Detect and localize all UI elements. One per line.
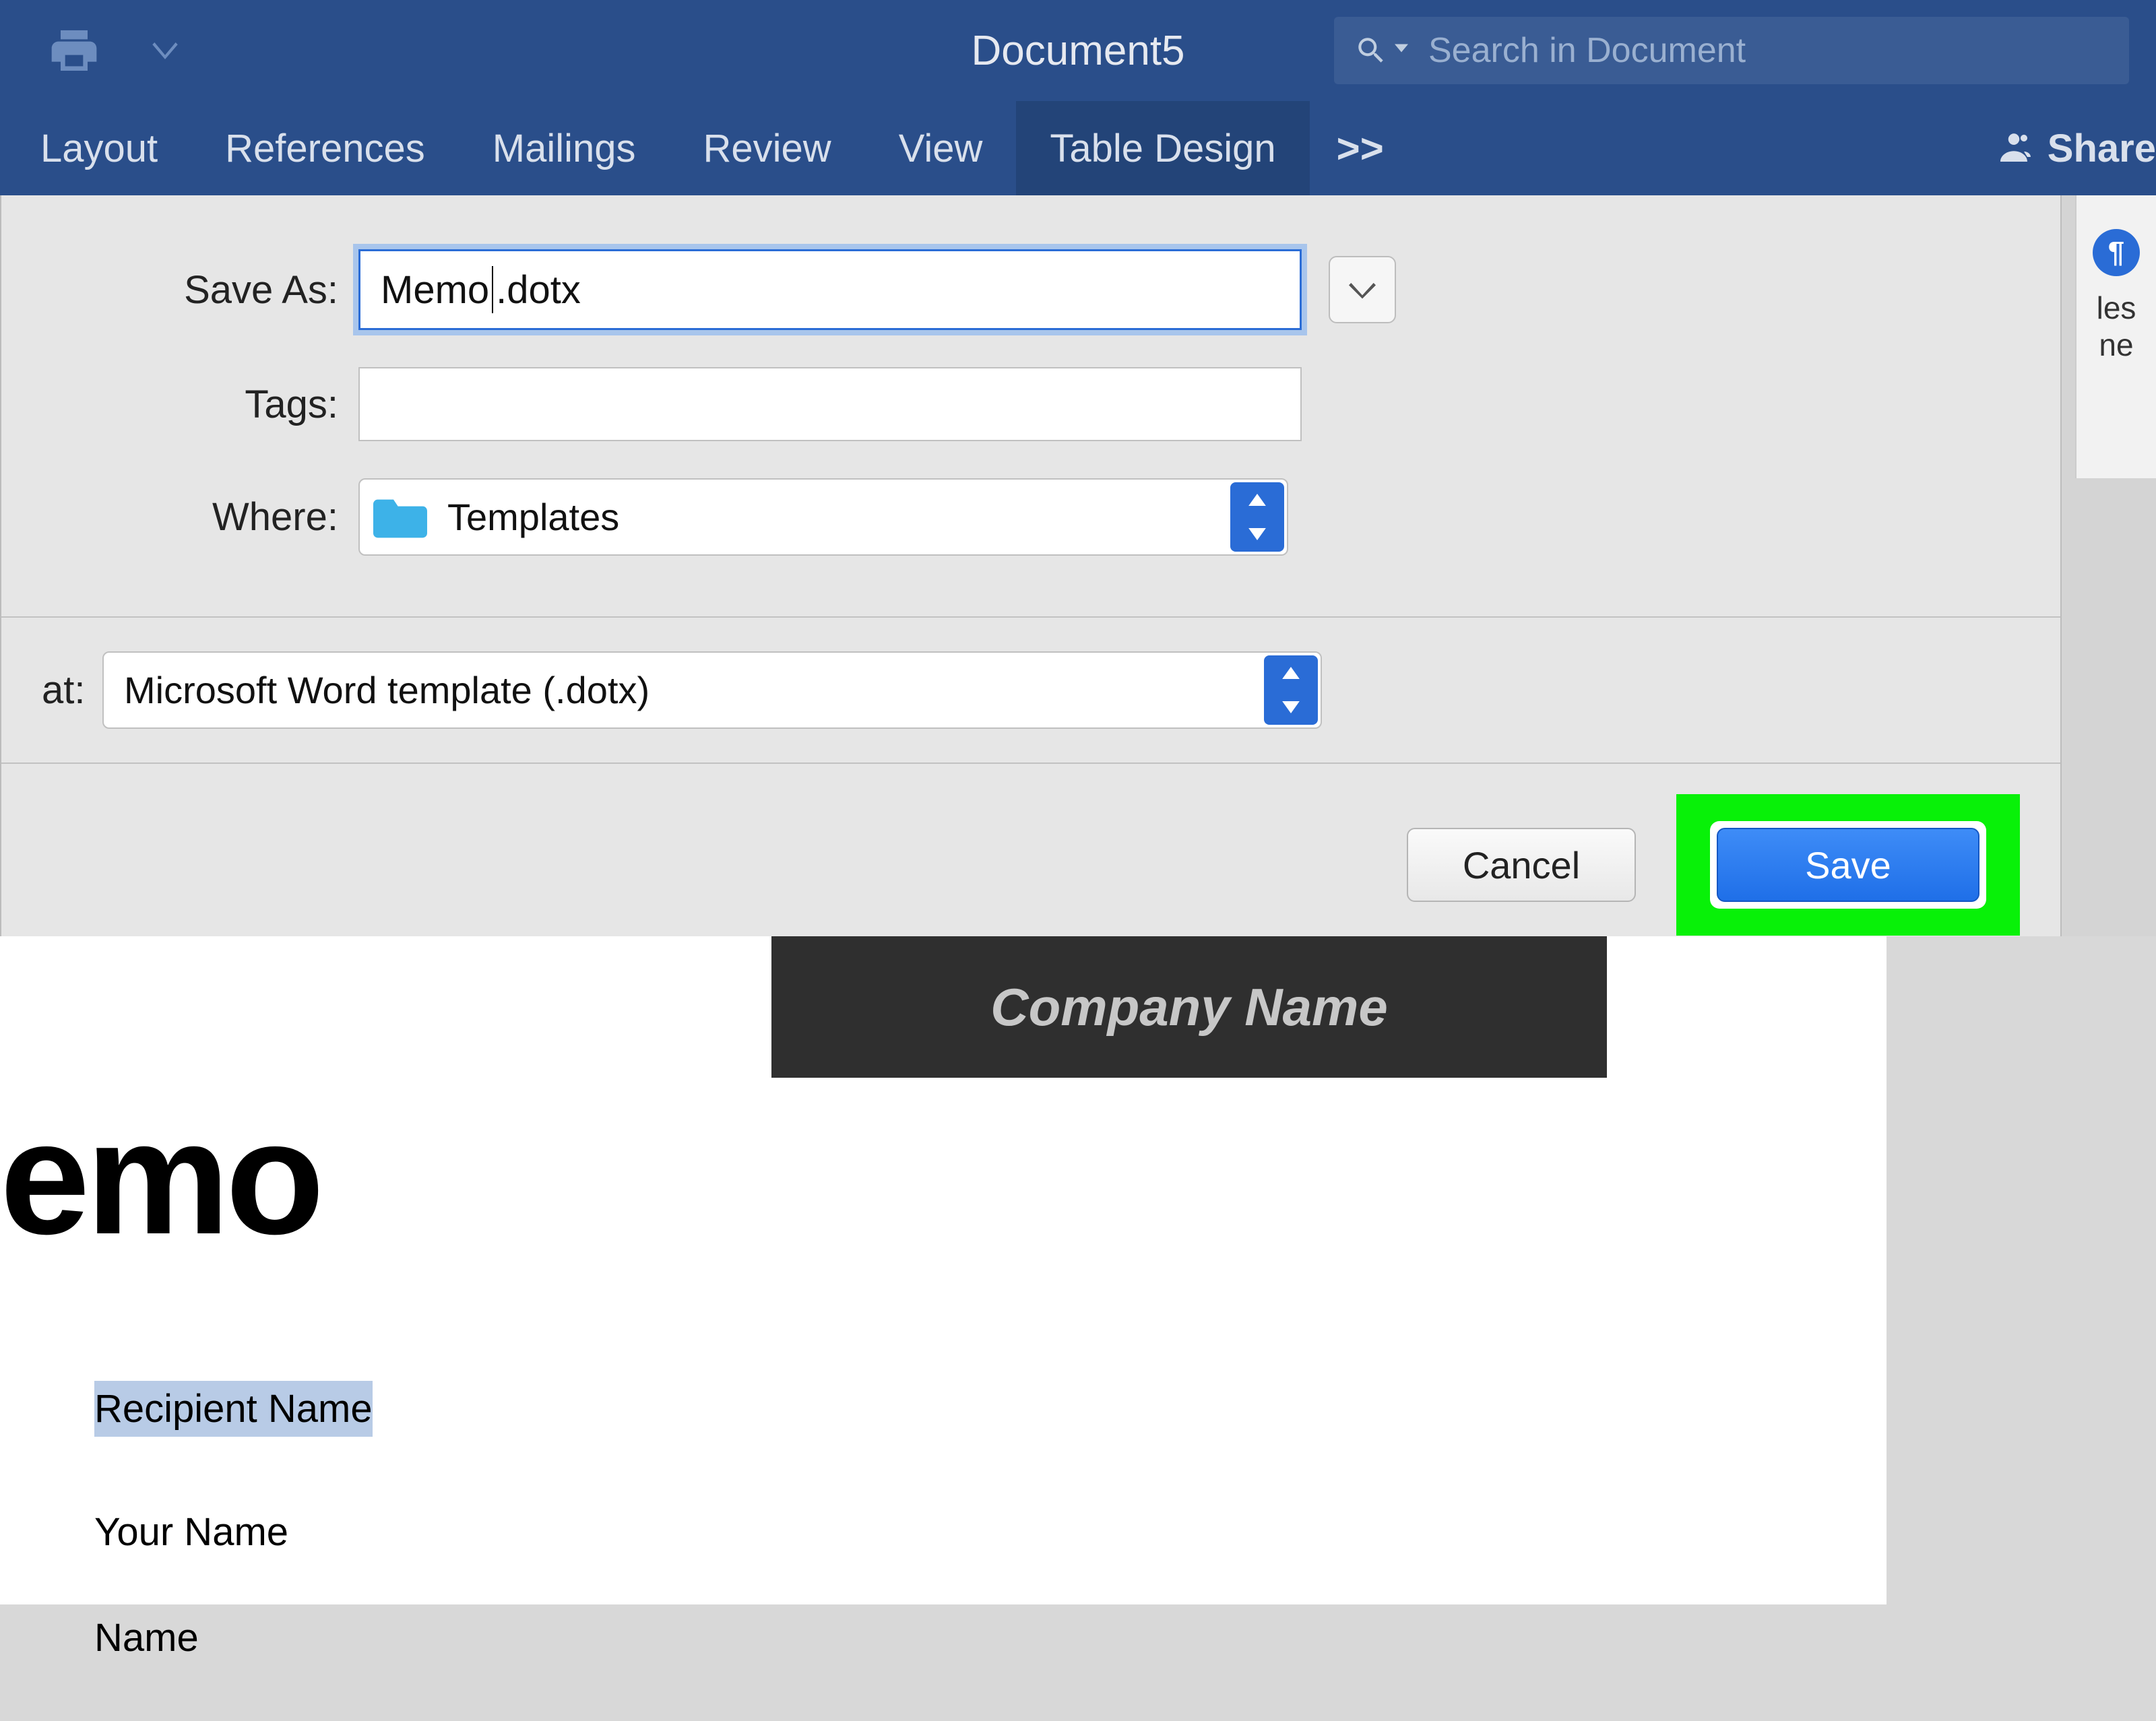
- file-format-select[interactable]: Microsoft Word template (.dotx): [102, 651, 1322, 729]
- chevron-down-icon: [1395, 44, 1408, 57]
- where-label: Where:: [42, 494, 358, 540]
- cancel-button[interactable]: Cancel: [1407, 828, 1636, 902]
- tags-input[interactable]: [358, 367, 1302, 441]
- tab-table-design[interactable]: Table Design: [1016, 101, 1309, 195]
- where-value: Templates: [447, 495, 619, 539]
- tags-label: Tags:: [42, 382, 358, 427]
- save-as-input[interactable]: Memo.dotx: [358, 249, 1302, 330]
- save-dialog: Save As: Memo.dotx Tags: Where: Temp: [0, 195, 2062, 974]
- file-format-value: Microsoft Word template (.dotx): [124, 668, 649, 712]
- share-icon: [1994, 126, 2034, 171]
- folder-icon: [373, 495, 427, 539]
- more-tabs-button[interactable]: >>: [1310, 125, 1411, 172]
- file-format-label: at:: [42, 668, 102, 713]
- divider: [1, 616, 2060, 618]
- titlebar: Document5 Search in Document: [0, 0, 2156, 101]
- save-as-label: Save As:: [42, 267, 358, 313]
- print-icon[interactable]: [47, 24, 101, 77]
- save-as-value-pre: Memo: [381, 267, 489, 313]
- styles-pane-label-1: les: [2076, 290, 2156, 327]
- field-recipient-name[interactable]: Recipient Name: [94, 1381, 373, 1437]
- save-as-value-post: .dotx: [496, 267, 581, 313]
- company-name-banner[interactable]: Company Name: [771, 936, 1607, 1078]
- tab-layout[interactable]: Layout: [7, 101, 191, 195]
- document-title: Document5: [971, 27, 1184, 75]
- memo-title[interactable]: emo: [0, 1084, 320, 1270]
- where-select[interactable]: Templates: [358, 478, 1288, 556]
- search-placeholder: Search in Document: [1428, 30, 1746, 71]
- tab-review[interactable]: Review: [670, 101, 865, 195]
- share-label: Share: [2048, 126, 2156, 171]
- main-area: ¶ les ne Save As: Memo.dotx Tags: Where:: [0, 195, 2156, 1604]
- share-button[interactable]: Share: [1994, 126, 2156, 171]
- save-button[interactable]: Save: [1717, 828, 1979, 902]
- expand-dialog-button[interactable]: [1329, 256, 1396, 323]
- tab-references[interactable]: References: [191, 101, 459, 195]
- field-name[interactable]: Name: [94, 1615, 373, 1660]
- styles-pane[interactable]: ¶ les ne: [2075, 195, 2156, 478]
- tab-view[interactable]: View: [865, 101, 1017, 195]
- quick-access-dropdown-icon[interactable]: [148, 34, 182, 67]
- text-cursor: [492, 266, 493, 313]
- memo-fields: Recipient Name Your Name Name: [94, 1381, 373, 1721]
- ribbon-tabs: Layout References Mailings Review View T…: [0, 101, 2156, 195]
- save-button-highlight: Save: [1676, 794, 2020, 936]
- search-icon: [1354, 34, 1388, 67]
- field-your-name[interactable]: Your Name: [94, 1509, 373, 1555]
- document-page[interactable]: Company Name emo Recipient Name Your Nam…: [0, 936, 1886, 1604]
- tab-mailings[interactable]: Mailings: [459, 101, 670, 195]
- select-stepper-icon: [1264, 655, 1318, 725]
- page-margin-area: [1886, 936, 2156, 1604]
- styles-pane-label-2: ne: [2076, 327, 2156, 364]
- pilcrow-icon: ¶: [2093, 229, 2140, 276]
- search-input[interactable]: Search in Document: [1334, 17, 2129, 84]
- select-stepper-icon: [1230, 482, 1284, 552]
